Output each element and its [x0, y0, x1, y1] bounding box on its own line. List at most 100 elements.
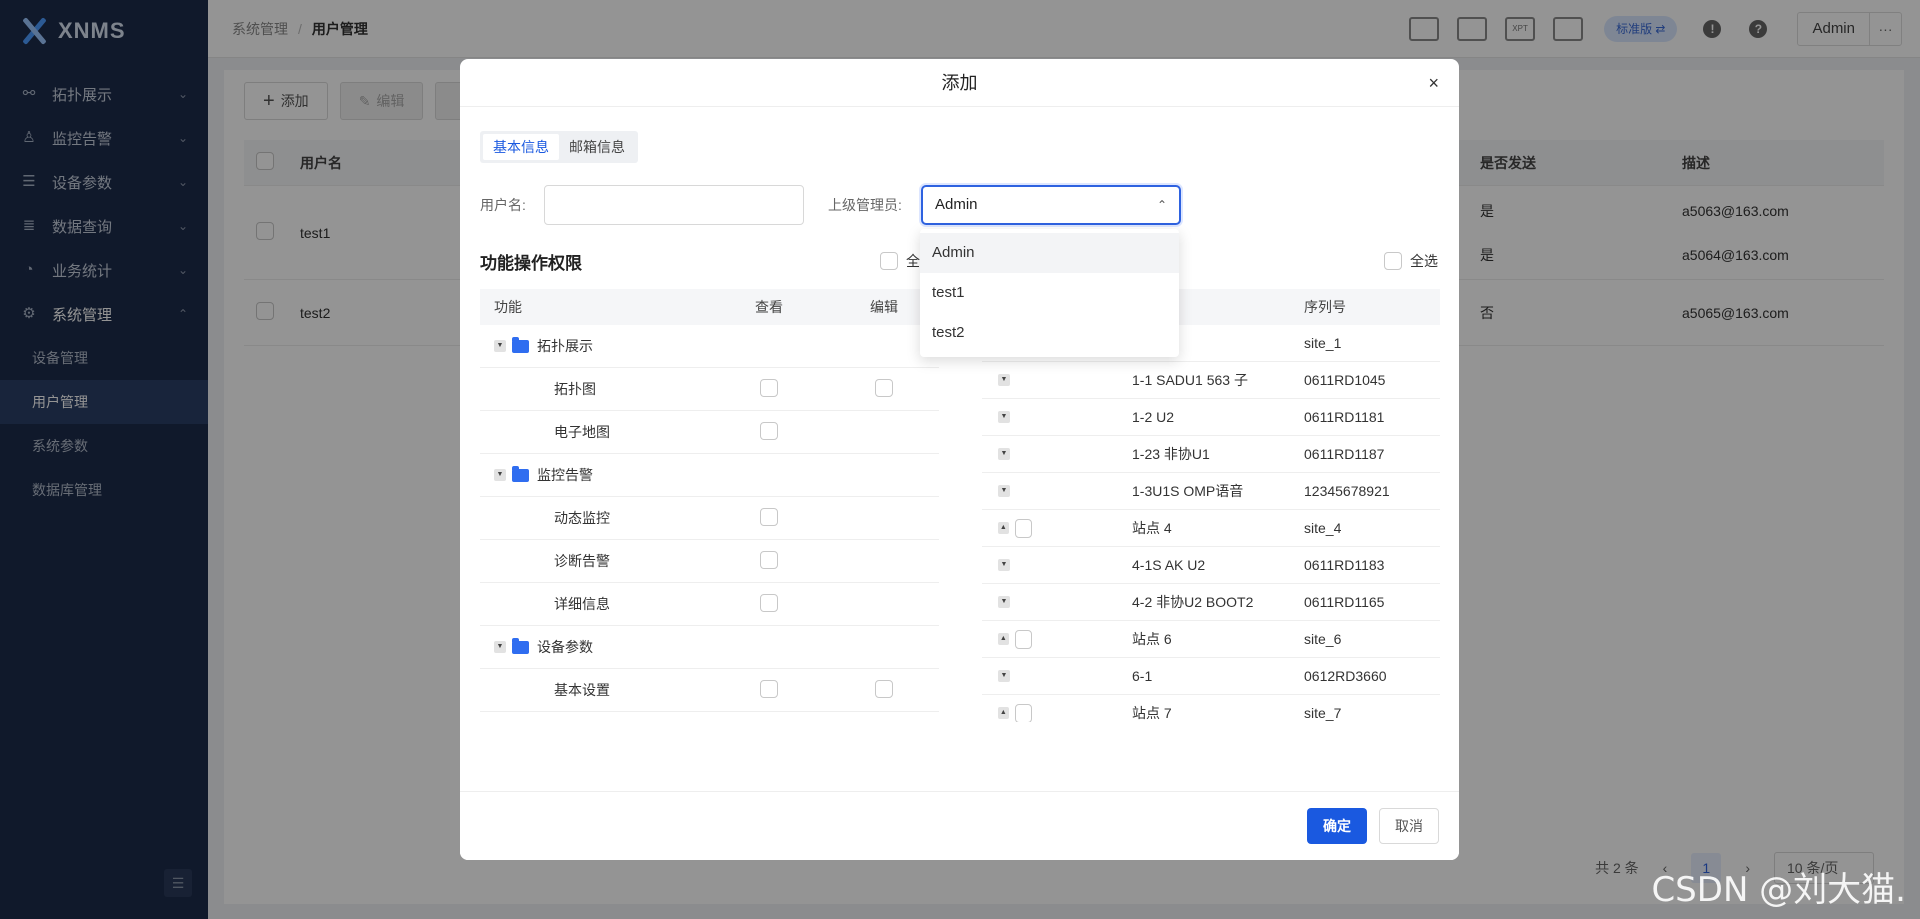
dropdown-option-admin[interactable]: Admin: [920, 233, 1179, 273]
toggle-cell: ▲: [982, 629, 1032, 649]
site-checkbox[interactable]: [1014, 703, 1032, 722]
expand-down-icon[interactable]: ▼: [998, 448, 1010, 460]
expand-down-icon[interactable]: ▼: [998, 670, 1010, 682]
function-item-label: 拓扑图: [554, 381, 596, 397]
dialog-body: 基本信息 邮箱信息 用户名: 上级管理员: Admin ⌃ 功能操作权限 全 全…: [460, 107, 1459, 800]
manager-dropdown: Admin test1 test2: [920, 229, 1179, 357]
select-all-right-label: 全选: [1410, 253, 1438, 269]
device-name: 站点 6: [1132, 631, 1172, 647]
expand-down-icon[interactable]: ▼: [998, 411, 1010, 423]
toggle-cell: ▼: [982, 448, 1032, 460]
device-name: 站点 4: [1132, 520, 1172, 536]
view-checkbox[interactable]: [760, 421, 778, 440]
function-group-row: ▼ 拓扑展示: [480, 325, 939, 368]
device-name: 1-2 U2: [1132, 409, 1175, 425]
dropdown-option-test1[interactable]: test1: [920, 273, 1179, 313]
device-name: 站点 7: [1132, 705, 1172, 721]
device-name: 1-3U1S OMP语音: [1132, 483, 1244, 499]
site-checkbox[interactable]: [1014, 518, 1032, 538]
function-group-label: 拓扑展示: [537, 338, 593, 354]
function-rows: ▼ 拓扑展示拓扑图电子地图 ▼ 监控告警动态监控诊断告警详细信息 ▼ 设备参数基本设置网络: [480, 325, 939, 722]
site-checkbox[interactable]: [1014, 629, 1032, 649]
folder-icon: [512, 465, 529, 482]
add-user-dialog: 添加 × 基本信息 邮箱信息 用户名: 上级管理员: Admin ⌃ 功能操作权…: [460, 59, 1459, 860]
confirm-button[interactable]: 确定: [1307, 808, 1367, 844]
dialog-footer: 确定 取消: [460, 791, 1459, 860]
device-name: 1-23 非协U1: [1132, 446, 1210, 462]
expand-up-icon[interactable]: ▲: [998, 707, 1009, 719]
select-all-left[interactable]: 全: [880, 251, 920, 271]
device-rows: ▲ site_1 ▼ 1-1 SADU1 563 子 0611RD1045 ▼ 1-2 U2…: [982, 325, 1440, 722]
select-all-right-checkbox[interactable]: [1384, 252, 1402, 270]
view-cell: [709, 593, 829, 615]
select-all-left-checkbox[interactable]: [880, 252, 898, 270]
device-row: ▼ 4-2 非协U2 BOOT2 0611RD1165: [982, 584, 1440, 621]
function-cell: ▼ 拓扑展示: [480, 336, 709, 356]
edit-cell: [829, 679, 939, 701]
view-checkbox[interactable]: [760, 378, 778, 397]
close-icon[interactable]: ×: [1428, 59, 1439, 107]
manager-select[interactable]: Admin ⌃: [921, 185, 1181, 225]
view-cell: [709, 378, 829, 400]
function-group-label: 监控告警: [537, 467, 593, 483]
function-cell: 详细信息: [480, 594, 709, 614]
col-serial: 序列号: [1304, 299, 1346, 315]
site-row: ▲ 站点 7 site_7: [982, 695, 1440, 722]
tab-basic-info[interactable]: 基本信息: [483, 134, 559, 160]
view-cell: [709, 421, 829, 443]
view-checkbox[interactable]: [760, 507, 778, 526]
function-group-row: ▼ 设备参数: [480, 626, 939, 669]
edit-cell: [829, 378, 939, 400]
expand-up-icon[interactable]: ▲: [998, 522, 1009, 534]
function-table-header: 功能 查看 编辑: [480, 289, 939, 325]
select-all-left-label: 全: [906, 253, 920, 269]
collapse-toggle-icon[interactable]: ▼: [494, 469, 506, 481]
site-row: ▲ 站点 6 site_6: [982, 621, 1440, 658]
view-checkbox[interactable]: [760, 679, 778, 698]
function-item-row: 诊断告警: [480, 540, 939, 583]
dialog-tabs: 基本信息 邮箱信息: [480, 131, 638, 163]
site-row: ▲ 站点 4 site_4: [982, 510, 1440, 547]
dropdown-option-test2[interactable]: test2: [920, 313, 1179, 353]
select-all-right[interactable]: 全选: [1384, 251, 1438, 271]
collapse-toggle-icon[interactable]: ▼: [494, 340, 506, 352]
col-function: 功能: [494, 299, 522, 315]
device-row: ▼ 4-1S AK U2 0611RD1183: [982, 547, 1440, 584]
toggle-cell: ▼: [982, 411, 1032, 423]
username-field[interactable]: [544, 185, 804, 225]
device-serial: 12345678921: [1304, 483, 1390, 499]
expand-down-icon[interactable]: ▼: [998, 559, 1010, 571]
view-checkbox[interactable]: [760, 593, 778, 612]
cancel-button[interactable]: 取消: [1379, 808, 1439, 844]
function-group-label: 设备参数: [537, 639, 593, 655]
tab-email-info[interactable]: 邮箱信息: [559, 134, 635, 160]
function-item-row: 详细信息: [480, 583, 939, 626]
device-row: ▼ 1-23 非协U1 0611RD1187: [982, 436, 1440, 473]
device-name: 6-1: [1132, 668, 1153, 684]
expand-up-icon[interactable]: ▲: [998, 633, 1009, 645]
folder-icon: [512, 637, 529, 654]
function-cell: 动态监控: [480, 508, 709, 528]
edit-checkbox[interactable]: [875, 679, 893, 698]
view-cell: [709, 679, 829, 701]
username-label: 用户名:: [480, 197, 526, 213]
function-item-label: 基本设置: [554, 682, 610, 698]
view-checkbox[interactable]: [760, 550, 778, 569]
folder-icon: [512, 336, 529, 353]
expand-down-icon[interactable]: ▼: [998, 374, 1010, 386]
function-item-row: 网络: [480, 712, 939, 722]
device-serial: 0611RD1045: [1304, 372, 1386, 388]
toggle-cell: ▼: [982, 670, 1032, 682]
expand-down-icon[interactable]: ▼: [998, 596, 1010, 608]
device-serial: site_1: [1304, 335, 1342, 351]
chevron-up-icon: ⌃: [1156, 198, 1167, 212]
edit-checkbox[interactable]: [875, 378, 893, 397]
collapse-toggle-icon[interactable]: ▼: [494, 641, 506, 653]
function-item-label: 详细信息: [554, 596, 610, 612]
function-item-label: 诊断告警: [554, 553, 610, 569]
manager-select-value: Admin: [935, 196, 978, 213]
device-row: ▼ 1-1 SADU1 563 子 0611RD1045: [982, 362, 1440, 399]
manager-label: 上级管理员:: [828, 197, 902, 213]
function-cell: ▼ 设备参数: [480, 637, 709, 657]
expand-down-icon[interactable]: ▼: [998, 485, 1010, 497]
